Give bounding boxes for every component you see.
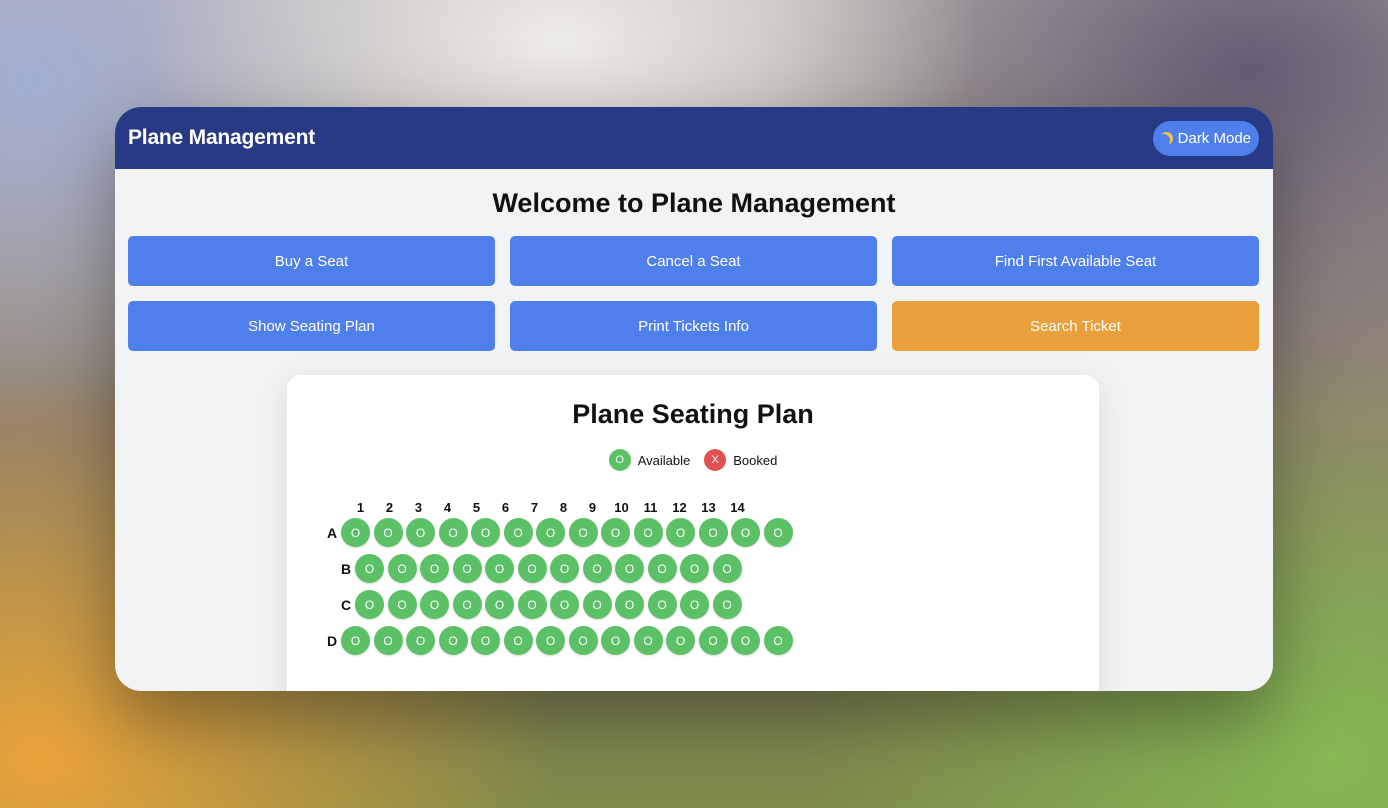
legend-booked: X Booked (704, 449, 777, 471)
seat-row-a: AOOOOOOOOOOOOOO (325, 518, 796, 547)
seat-d3[interactable]: O (406, 626, 435, 655)
seat-row-c: COOOOOOOOOOOO (339, 590, 745, 619)
seating-plan-title: Plane Seating Plan (572, 399, 814, 429)
show-seating-plan-button[interactable]: Show Seating Plan (128, 301, 495, 351)
column-number: 3 (414, 500, 423, 515)
column-number: 7 (530, 500, 539, 515)
seat-b8[interactable]: O (582, 554, 612, 583)
seat-b2[interactable]: O (387, 554, 417, 583)
seat-d9[interactable]: O (601, 626, 630, 655)
seat-c12[interactable]: O (712, 590, 742, 619)
seat-d10[interactable]: O (633, 626, 663, 655)
seat-c10[interactable]: O (647, 590, 677, 619)
seat-c6[interactable]: O (517, 590, 547, 619)
seat-d5[interactable]: O (471, 626, 500, 655)
seat-c8[interactable]: O (582, 590, 612, 619)
seat-d13[interactable]: O (731, 626, 760, 655)
seat-a13[interactable]: O (731, 518, 760, 547)
seat-d12[interactable]: O (698, 626, 728, 655)
seat-d7[interactable]: O (536, 626, 565, 655)
seat-d4[interactable]: O (438, 626, 468, 655)
seat-d1[interactable]: O (341, 626, 370, 655)
row-label: A (326, 524, 338, 541)
search-ticket-button[interactable]: Search Ticket (892, 301, 1259, 351)
seat-c3[interactable]: O (420, 590, 449, 619)
seat-c11[interactable]: O (680, 590, 709, 619)
buy-seat-button[interactable]: Buy a Seat (128, 236, 495, 286)
seat-b7[interactable]: O (550, 554, 579, 583)
seat-c1[interactable]: O (355, 590, 384, 619)
seat-a7[interactable]: O (536, 518, 565, 547)
action-buttons: Buy a Seat Cancel a Seat Find First Avai… (128, 236, 1273, 351)
seat-row-b: BOOOOOOOOOOOO (339, 554, 745, 583)
seat-c9[interactable]: O (615, 590, 644, 619)
seat-a14[interactable]: O (763, 518, 793, 547)
seat-a3[interactable]: O (406, 518, 435, 547)
legend-booked-label: Booked (733, 452, 778, 468)
print-tickets-info-button[interactable]: Print Tickets Info (510, 301, 877, 351)
column-number: 6 (501, 500, 510, 515)
seat-c7[interactable]: O (550, 590, 579, 619)
seat-a2[interactable]: O (373, 518, 403, 547)
seat-b6[interactable]: O (517, 554, 547, 583)
column-number: 1 (356, 500, 365, 515)
app-window: Plane Management Dark Mode Welcome to Pl… (115, 107, 1273, 691)
app-title: Plane Management (128, 126, 316, 149)
seat-b10[interactable]: O (647, 554, 677, 583)
welcome-heading: Welcome to Plane Management (492, 188, 896, 218)
seat-a11[interactable]: O (666, 518, 695, 547)
legend-available: O Available (608, 449, 691, 471)
seat-b11[interactable]: O (680, 554, 709, 583)
row-label: C (340, 596, 352, 613)
moon-icon (1160, 132, 1173, 145)
seat-b9[interactable]: O (615, 554, 644, 583)
seat-a6[interactable]: O (503, 518, 533, 547)
seat-b3[interactable]: O (420, 554, 449, 583)
column-number: 5 (472, 500, 481, 515)
column-number: 8 (559, 500, 568, 515)
dark-mode-button[interactable]: Dark Mode (1152, 120, 1259, 156)
seat-b4[interactable]: O (452, 554, 482, 583)
seat-b5[interactable]: O (485, 554, 514, 583)
top-bar: Plane Management Dark Mode (115, 107, 1273, 169)
find-first-available-seat-button[interactable]: Find First Available Seat (892, 236, 1259, 286)
seating-plan-panel: Plane Seating Plan O Available X Booked … (287, 375, 1099, 691)
column-number: 11 (643, 500, 658, 515)
seat-a10[interactable]: O (633, 518, 663, 547)
seat-a1[interactable]: O (341, 518, 370, 547)
seating-legend: O Available X Booked (287, 449, 1099, 471)
row-label: B (340, 560, 352, 577)
seat-a12[interactable]: O (698, 518, 728, 547)
row-label: D (326, 632, 338, 649)
seat-b12[interactable]: O (712, 554, 742, 583)
available-dot: O (608, 449, 631, 471)
column-number: 13 (701, 500, 716, 515)
seat-d2[interactable]: O (373, 626, 403, 655)
dark-mode-label: Dark Mode (1177, 129, 1251, 147)
seat-b1[interactable]: O (355, 554, 384, 583)
seat-c2[interactable]: O (387, 590, 417, 619)
seat-d6[interactable]: O (503, 626, 533, 655)
column-number: 12 (672, 500, 687, 515)
seat-a5[interactable]: O (471, 518, 500, 547)
seat-d14[interactable]: O (763, 626, 793, 655)
column-number: 14 (730, 500, 745, 515)
seat-d11[interactable]: O (666, 626, 695, 655)
booked-dot: X (704, 449, 727, 471)
seat-a8[interactable]: O (568, 518, 598, 547)
cancel-seat-button[interactable]: Cancel a Seat (510, 236, 877, 286)
seat-a4[interactable]: O (438, 518, 468, 547)
seat-a9[interactable]: O (601, 518, 630, 547)
legend-available-label: Available (637, 452, 691, 468)
column-number: 4 (443, 500, 452, 515)
column-number: 9 (588, 500, 597, 515)
column-numbers: 1 2 3 4 5 6 7 8 9 10 11 12 13 14 (346, 500, 752, 515)
column-number: 10 (614, 500, 629, 515)
seat-d8[interactable]: O (568, 626, 598, 655)
column-number: 2 (385, 500, 394, 515)
seat-c5[interactable]: O (485, 590, 514, 619)
seat-row-d: DOOOOOOOOOOOOOO (325, 626, 796, 655)
seat-c4[interactable]: O (452, 590, 482, 619)
